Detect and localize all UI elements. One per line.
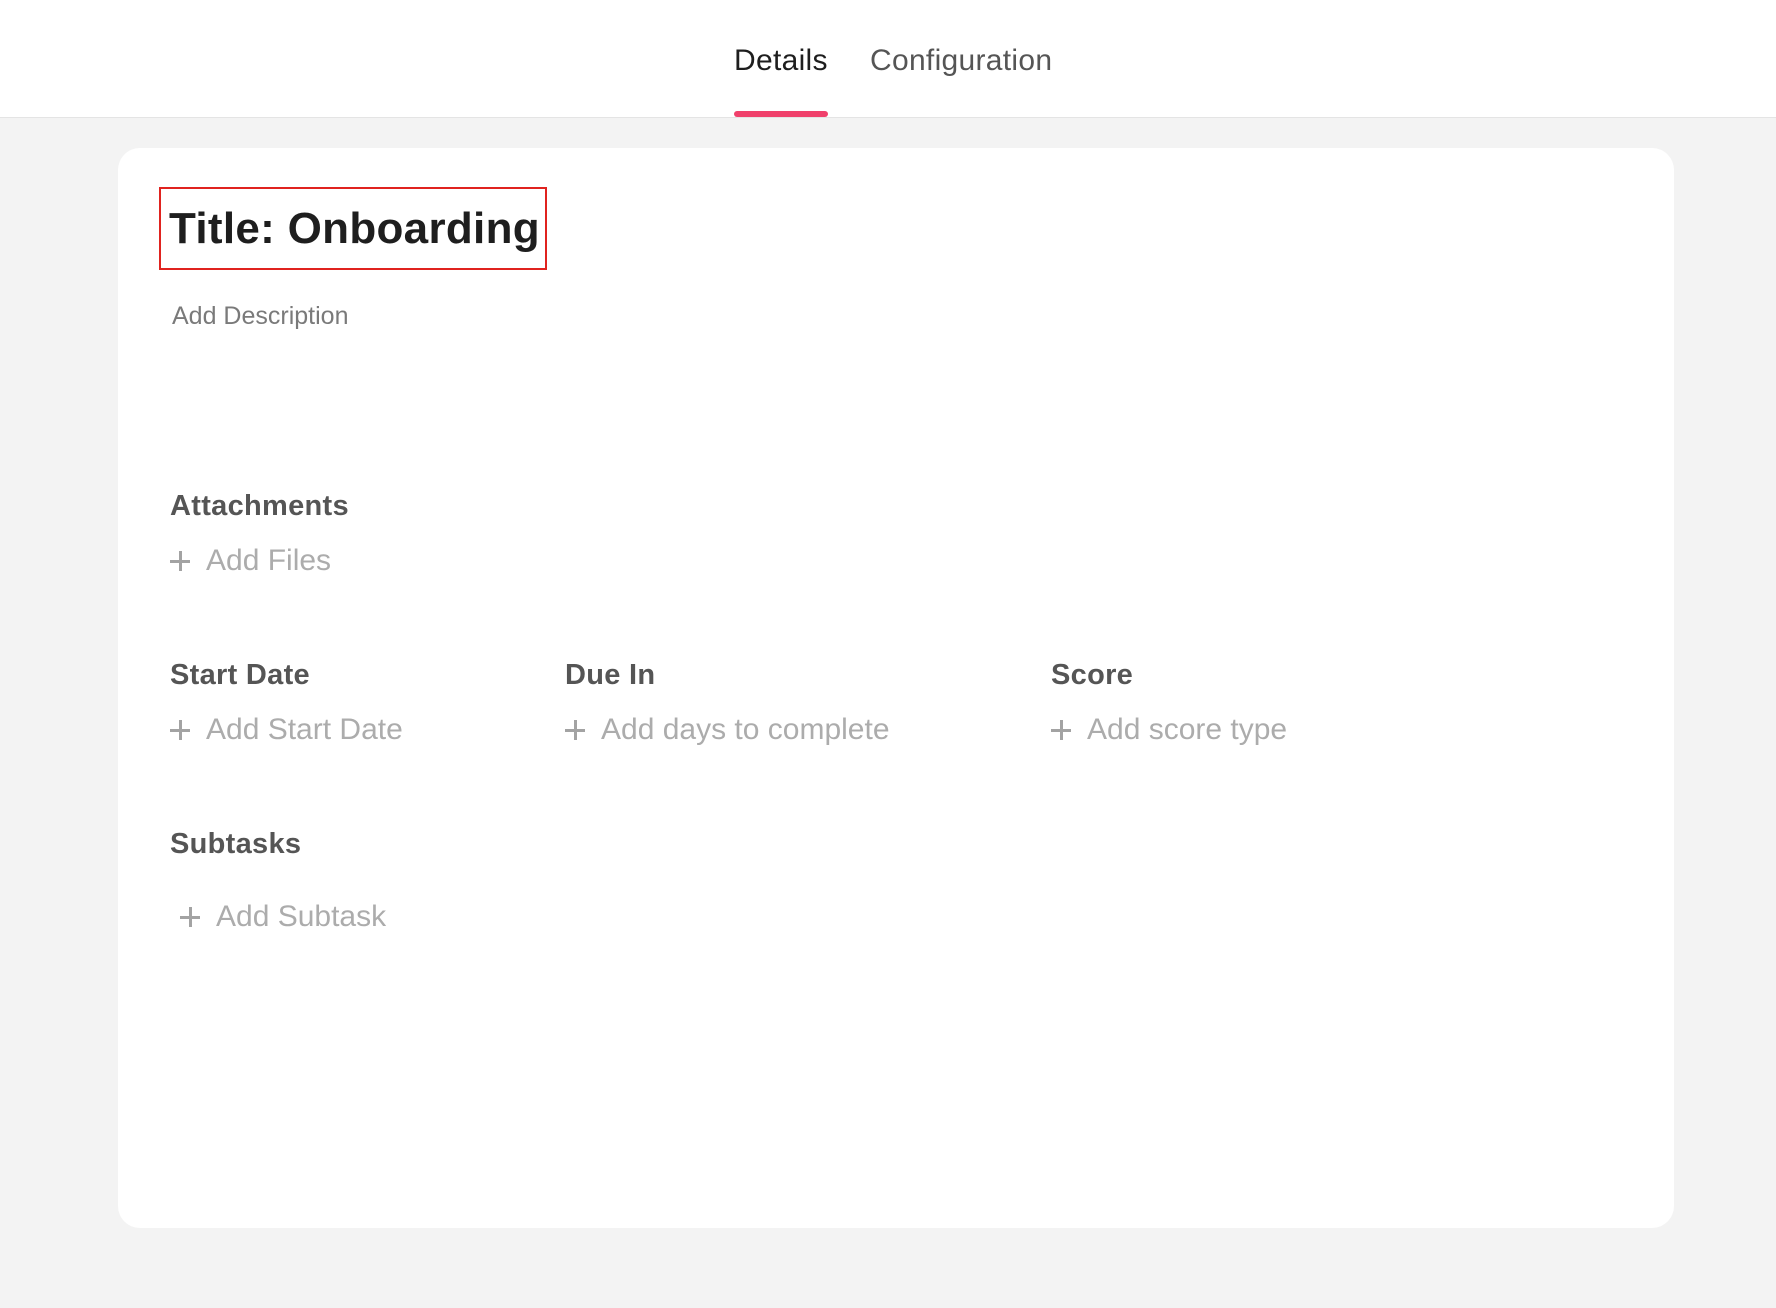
due-in-label: Due In [565,659,656,691]
score-label: Score [1051,659,1134,691]
attachments-label: Attachments [170,490,349,522]
add-score-type-label: Add score type [1087,713,1288,746]
plus-icon [170,720,190,740]
add-start-date-label: Add Start Date [206,713,403,746]
start-date-label: Start Date [170,659,310,691]
task-details-card: Title: Onboarding Add Description Attach… [118,148,1674,1228]
add-days-to-complete-label: Add days to complete [601,713,890,746]
plus-icon [180,907,200,927]
plus-icon [1051,720,1071,740]
tab-configuration[interactable]: Configuration [870,44,1052,78]
add-score-type-button[interactable]: Add score type [1051,713,1287,747]
add-days-to-complete-button[interactable]: Add days to complete [565,713,890,747]
add-subtask-label: Add Subtask [216,900,387,933]
active-tab-indicator [734,111,828,117]
task-title[interactable]: Title: Onboarding [169,204,540,254]
add-files-label: Add Files [206,544,332,577]
tab-details[interactable]: Details [734,44,828,78]
add-start-date-button[interactable]: Add Start Date [170,713,403,747]
plus-icon [565,720,585,740]
subtasks-label: Subtasks [170,828,302,860]
description-field[interactable]: Add Description [172,302,348,331]
top-tab-bar: Details Configuration [0,0,1776,118]
plus-icon [170,551,190,571]
add-subtask-button[interactable]: Add Subtask [180,900,386,934]
add-files-button[interactable]: Add Files [170,544,331,578]
